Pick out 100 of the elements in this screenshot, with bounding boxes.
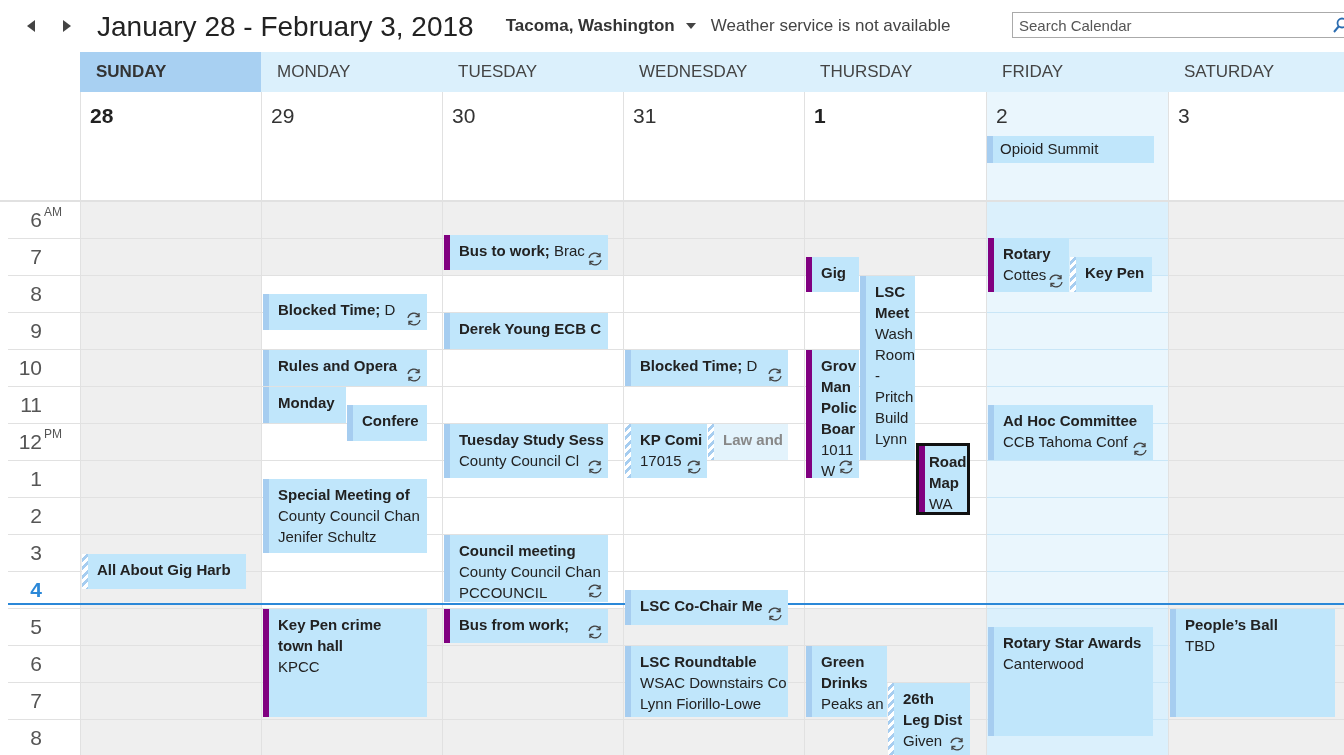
hour-label: 3: [30, 541, 42, 565]
event-title: Special Meeting of: [278, 485, 411, 505]
calendar-event[interactable]: Gig: [806, 257, 859, 292]
event-title: Rotary Star Awards: [1003, 633, 1142, 653]
event-detail: CCB Tahoma Conf: [1003, 432, 1129, 452]
event-title: Bus to work; Brac: [459, 241, 585, 261]
caret-icon[interactable]: [685, 23, 696, 29]
date-number: 3: [1178, 104, 1190, 128]
hour-label: 4: [30, 578, 42, 602]
event-title: Key Pen crime: [278, 615, 382, 635]
day-header[interactable]: FRIDAY: [986, 52, 1168, 92]
hour-label: 5: [30, 615, 42, 639]
calendar-event[interactable]: Bus to work; Brac: [444, 235, 608, 270]
calendar-event[interactable]: Ad Hoc Committee CCB Tahoma Conf: [988, 405, 1153, 460]
event-detail: 1011: [821, 440, 855, 460]
day-header[interactable]: THURSDAY: [804, 52, 986, 92]
calendar-event[interactable]: Blocked Time; D: [625, 350, 788, 386]
event-detail: Lynn Fiorillo-Lowe: [640, 694, 763, 714]
calendar-event[interactable]: Derek Young ECB C: [444, 313, 608, 349]
calendar-event[interactable]: Council meeting County Council Chan PCCOUNCIL: [444, 535, 608, 602]
day-header[interactable]: MONDAY: [261, 52, 442, 92]
event-detail: W: [821, 461, 837, 478]
event-detail: KPCC: [278, 657, 321, 677]
calendar-event[interactable]: Rules and Opera: [263, 350, 427, 386]
hour-label: 8: [30, 726, 42, 750]
event-detail: Peaks an: [821, 694, 883, 714]
day-column[interactable]: People’s Ball TBD: [1168, 202, 1344, 755]
date-range-title: January 28 - February 3, 2018: [97, 11, 474, 43]
hour-label: 12: [18, 430, 42, 454]
event-title: Blocked Time; D: [640, 356, 758, 376]
date-number: 31: [633, 104, 657, 128]
event-title: All About Gig Harb: [97, 560, 231, 580]
event-title: Gig: [821, 263, 846, 283]
calendar-event[interactable]: Road Map WA: [916, 443, 970, 515]
day-column[interactable]: Rotary Cottes Key Pen Ad Hoc Committee CCB Tahoma Conf Rotary Star Awards Canterwood: [986, 202, 1168, 755]
next-icon[interactable]: [62, 20, 72, 32]
event-title: Polic: [821, 398, 855, 418]
calendar-event[interactable]: LSC Meet Wash Room - Pritch Build Lynn: [860, 276, 915, 460]
day-column[interactable]: Bus to work; Brac Derek Young ECB C Tuesday Study Sess County Council Cl Council meeting County Council Chan PCCOUNCIL Bus from work;: [442, 202, 623, 755]
event-title: Monday: [278, 393, 335, 413]
event-title: People’s Ball: [1185, 615, 1278, 635]
day-column[interactable]: Blocked Time; D KP Comi 17015 Law and LSC Co-Chair Me LSC Roundtable WSAC Downstairs Co Lynn Fiorillo-Lowe: [623, 202, 804, 755]
hour-label: 6: [30, 208, 42, 232]
calendar-event[interactable]: People’s Ball TBD: [1170, 609, 1335, 717]
event-detail: County Council Chan: [278, 506, 420, 526]
calendar-event[interactable]: Green Drinks Peaks an: [806, 646, 887, 717]
calendar-event[interactable]: LSC Co-Chair Me: [625, 590, 788, 625]
calendar-event[interactable]: Grov Man Polic Boar 1011 W: [806, 350, 859, 478]
calendar-event[interactable]: Blocked Time; D: [263, 294, 427, 330]
event-title: Rules and Opera: [278, 356, 398, 376]
day-column[interactable]: Blocked Time; D Rules and Opera Monday Confere Special Meeting of County Council Chan Jenifer Schultz Key Pen crime town hall KPCC: [261, 202, 442, 755]
calendar-event[interactable]: Special Meeting of County Council Chan Jenifer Schultz: [263, 479, 427, 553]
location-dropdown[interactable]: Tacoma, Washington: [505, 16, 675, 36]
day-header[interactable]: SUNDAY: [80, 52, 261, 92]
previous-icon[interactable]: [26, 20, 36, 32]
calendar-event[interactable]: Key Pen: [1070, 257, 1152, 292]
calendar-event[interactable]: All About Gig Harb: [82, 554, 246, 589]
event-title: Derek Young ECB C: [459, 319, 601, 339]
search-icon[interactable]: [1333, 17, 1344, 33]
event-detail: Cottes: [1003, 265, 1048, 285]
event-title: Opioid Summit: [999, 139, 1099, 159]
date-number: 29: [271, 104, 295, 128]
event-title: Key Pen: [1085, 263, 1145, 283]
calendar-event[interactable]: Bus from work;: [444, 609, 608, 643]
day-header[interactable]: TUESDAY: [442, 52, 623, 92]
calendar-event[interactable]: Tuesday Study Sess County Council Cl: [444, 424, 608, 478]
event-detail: Canterwood: [1003, 654, 1085, 674]
event-title: Drinks: [821, 673, 869, 693]
all-day-event[interactable]: Opioid Summit: [987, 136, 1154, 163]
event-title: Boar: [821, 419, 855, 439]
event-title: Grov: [821, 356, 855, 376]
day-header[interactable]: WEDNESDAY: [623, 52, 804, 92]
event-title: Bus from work;: [459, 615, 569, 635]
meridiem-label: PM: [44, 427, 62, 441]
calendar-event[interactable]: LSC Roundtable WSAC Downstairs Co Lynn Fiorillo-Lowe: [625, 646, 788, 717]
event-detail: WSAC Downstairs Co: [640, 673, 784, 693]
calendar-event[interactable]: Rotary Cottes: [988, 238, 1069, 292]
day-header[interactable]: SATURDAY: [1168, 52, 1344, 92]
event-detail: TBD: [1185, 636, 1216, 656]
calendar-event[interactable]: 26th Leg Dist Given: [888, 683, 970, 755]
day-column[interactable]: All About Gig Harb: [80, 202, 261, 755]
calendar-event[interactable]: Confere: [347, 405, 427, 441]
event-title: Road: [929, 452, 967, 472]
event-title: Confere: [362, 411, 419, 431]
calendar-event[interactable]: Rotary Star Awards Canterwood: [988, 627, 1153, 736]
hour-label: 11: [20, 393, 42, 417]
search-field[interactable]: Search Calendar: [1012, 12, 1344, 38]
event-title: Council meeting: [459, 541, 577, 561]
hour-label: 9: [30, 319, 42, 343]
calendar-event[interactable]: Key Pen crime town hall KPCC: [263, 609, 427, 717]
event-title: town hall: [278, 636, 344, 656]
event-title: KP Comi: [640, 430, 703, 450]
event-title: Leg Dist: [903, 710, 963, 730]
event-detail: Jenifer Schultz: [278, 527, 378, 547]
calendar-event[interactable]: KP Comi 17015: [625, 424, 707, 478]
event-title: Ad Hoc Committee: [1003, 411, 1138, 431]
event-detail: 17015: [640, 451, 683, 471]
day-column[interactable]: Gig LSC Meet Wash Room - Pritch Build Lynn Grov Man Polic Boar 1011 W Road Map WA Green Drinks Peaks an 26th Leg Dist Given: [804, 202, 986, 755]
event-detail: County Council Chan: [459, 562, 601, 582]
calendar-event[interactable]: Monday: [263, 387, 346, 423]
